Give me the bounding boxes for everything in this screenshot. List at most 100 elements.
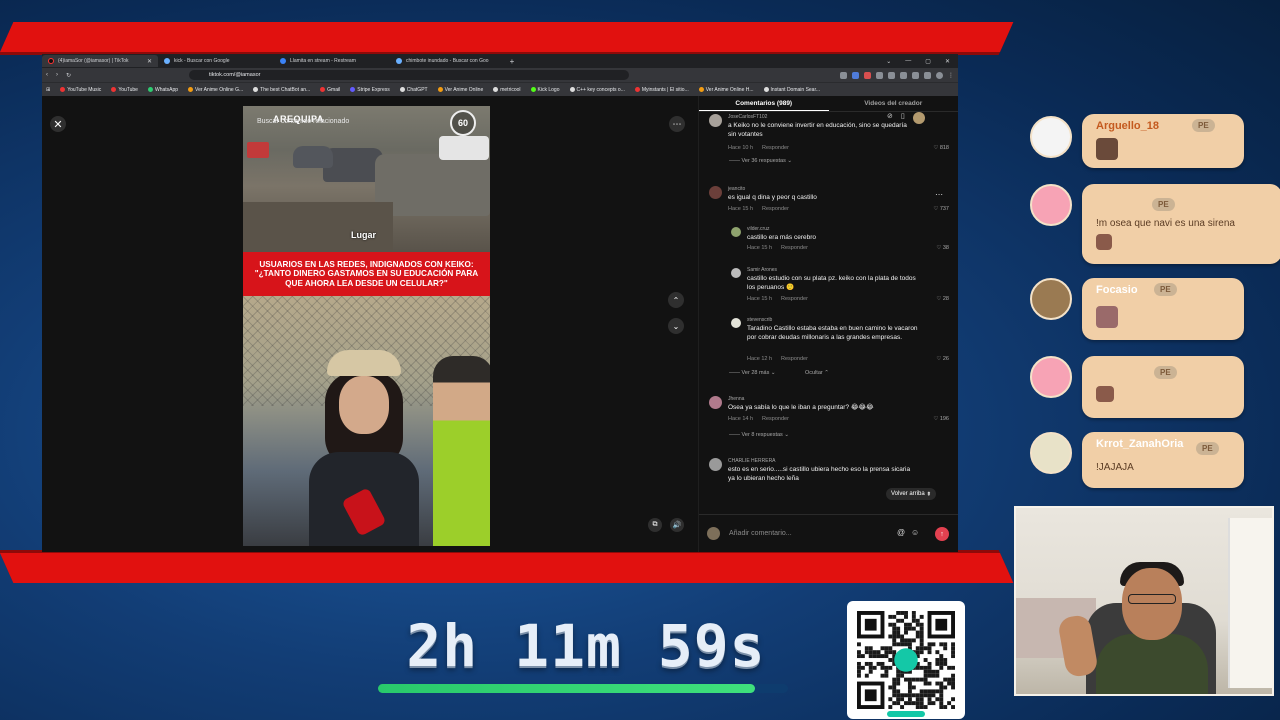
qr-module [939, 654, 944, 659]
bookmark-item[interactable]: Gmail [320, 87, 340, 93]
tiktok-viewer: ✕ AREQUIPA Buscar contenido relacionado … [42, 96, 958, 552]
extension-icon[interactable] [876, 71, 883, 79]
bookmark-item[interactable]: WhatsApp [147, 87, 178, 93]
bookmark-item[interactable]: Kick Logo [530, 87, 560, 93]
send-comment-button[interactable]: ↑ [935, 527, 949, 541]
comment-username[interactable]: Jhenna [728, 396, 744, 402]
comment-username[interactable]: CHARLIE HERRERA [728, 458, 776, 464]
country-badge: PE [1154, 283, 1177, 296]
avatar[interactable] [731, 318, 741, 328]
qr-module [857, 654, 861, 659]
bookmark-item[interactable]: Stripe Express [350, 87, 390, 93]
comment-likes[interactable]: ♡ 196 [919, 416, 949, 422]
comment-username[interactable]: jeancito [728, 186, 745, 192]
flag-icon[interactable]: ▯ [901, 112, 905, 124]
video-player[interactable]: AREQUIPA Buscar contenido relacionado 60… [243, 106, 490, 546]
forward-icon[interactable]: › [56, 72, 58, 78]
view-replies-button[interactable]: —— Ver 36 respuestas ⌄ [729, 158, 792, 164]
bookmark-item[interactable]: Ver Anime Online H... [698, 87, 754, 93]
view-replies-button[interactable]: —— Ver 8 respuestas ⌄ [729, 432, 789, 438]
reply-button[interactable]: Responder [762, 416, 789, 422]
avatar[interactable] [912, 112, 925, 124]
more-options-button[interactable]: ⋯ [669, 116, 685, 132]
comment-text: Taradino Castillo estaba estaba en buen … [747, 325, 918, 342]
avatar[interactable] [709, 114, 722, 127]
hide-replies-button[interactable]: Ocultar ⌃ [805, 370, 829, 376]
bookmark-item[interactable]: Ver Anime Online G... [188, 87, 243, 93]
url-field[interactable]: tiktok.com/@iamasor [189, 70, 630, 80]
reload-icon[interactable]: ↻ [66, 72, 71, 79]
block-icon[interactable]: ⊘ [887, 112, 893, 124]
extension-icon[interactable] [888, 71, 895, 79]
bookmark-item[interactable]: Ver Anime Online [437, 87, 483, 93]
comments-list[interactable]: JoseCarlosFT102 a Keiko no le conviene i… [699, 112, 958, 514]
maximize-icon[interactable]: ▢ [925, 58, 931, 65]
close-video-button[interactable]: ✕ [50, 116, 66, 132]
chat-bubble: PE !m osea que navi es una sirena [1082, 184, 1280, 264]
tab-tiktok[interactable]: (4)iamaSor (@iamasor) | TikTok ✕ [42, 55, 158, 67]
avatar[interactable] [731, 268, 741, 278]
bookmark-item[interactable]: YouTube Music [60, 87, 101, 93]
comment-likes[interactable]: ♡ 28 [919, 296, 949, 302]
profile-icon[interactable] [936, 71, 943, 79]
comment-username[interactable]: Samir Arones [747, 267, 777, 273]
bookmark-item[interactable]: metricool [493, 87, 521, 93]
comment-username[interactable]: JoseCarlosFT102 [728, 114, 767, 120]
comment-likes[interactable]: ♡ 818 [919, 145, 949, 151]
emoji-icon[interactable]: ☺ [911, 528, 919, 537]
reply-button[interactable]: Responder [781, 356, 808, 362]
bookmark-item[interactable]: YouTube [111, 87, 138, 93]
close-window-icon[interactable]: ✕ [945, 58, 950, 65]
avatar[interactable] [709, 396, 722, 409]
minimize-icon[interactable]: — [905, 58, 911, 65]
extension-icon[interactable] [864, 71, 871, 79]
tab-restream[interactable]: Llamita en stream - Restream [274, 55, 390, 67]
reply-button[interactable]: Responder [762, 145, 789, 151]
comment-username[interactable]: stevenscrib [747, 317, 772, 323]
comment-more-icon[interactable]: ⋯ [935, 190, 943, 199]
tab-search-icon[interactable]: ⌄ [886, 58, 891, 65]
previous-video-button[interactable]: ⌃ [668, 292, 684, 308]
back-to-top-button[interactable]: Volver arriba ⇞ [886, 488, 937, 500]
avatar[interactable] [731, 227, 741, 237]
comment-likes[interactable]: ♡ 38 [919, 245, 949, 251]
extension-icon[interactable] [900, 71, 907, 79]
qr-module [935, 681, 940, 686]
tab-chimbote-search[interactable]: chimbote inundado - Buscar con Goo [390, 55, 506, 67]
back-icon[interactable]: ‹ [46, 72, 48, 78]
comment-username[interactable]: vilder.cruz [747, 226, 770, 232]
comment-likes[interactable]: ♡ 26 [919, 356, 949, 362]
pip-icon[interactable]: ⧉ [648, 518, 662, 532]
qr-module [923, 677, 928, 682]
new-tab-button[interactable]: + [506, 57, 518, 66]
comment-likes[interactable]: ♡ 737 [919, 206, 949, 212]
view-more-replies-button[interactable]: —— Ver 28 más ⌄ [729, 370, 776, 376]
avatar[interactable] [709, 458, 722, 471]
reply-button[interactable]: Responder [781, 245, 808, 251]
bookmark-item[interactable]: The best ChatBot an... [253, 87, 310, 93]
apps-icon[interactable]: ⊞ [46, 87, 50, 93]
menu-icon[interactable]: ⋮ [948, 72, 954, 79]
close-tab-icon[interactable]: ✕ [147, 58, 152, 65]
avatar[interactable] [709, 186, 722, 199]
bookmark-item[interactable]: Instant Domain Sear... [763, 87, 820, 93]
extension-icon[interactable] [840, 71, 847, 79]
bookmark-item[interactable]: Myinstants | El sitio... [634, 87, 689, 93]
qr-module [939, 661, 944, 666]
qr-module [884, 669, 889, 674]
related-search-overlay[interactable]: Buscar contenido relacionado [257, 118, 349, 125]
extension-icon[interactable] [912, 71, 919, 79]
volume-icon[interactable]: 🔊 [670, 518, 684, 532]
reply-button[interactable]: Responder [781, 296, 808, 302]
tab-creator-videos[interactable]: Videos del creador [829, 96, 959, 111]
extension-icon[interactable] [924, 71, 931, 79]
qr-module [931, 701, 936, 706]
tab-kick-search[interactable]: kick - Buscar con Google [158, 55, 274, 67]
bookmark-item[interactable]: ChatGPT [399, 87, 428, 93]
bookmark-item[interactable]: C++ key concepts o... [569, 87, 625, 93]
extension-icon[interactable] [852, 71, 859, 79]
reply-button[interactable]: Responder [762, 206, 789, 212]
next-video-button[interactable]: ⌄ [668, 318, 684, 334]
mention-icon[interactable]: @ [897, 528, 905, 537]
tab-comments[interactable]: Comentarios (989) [699, 96, 829, 111]
